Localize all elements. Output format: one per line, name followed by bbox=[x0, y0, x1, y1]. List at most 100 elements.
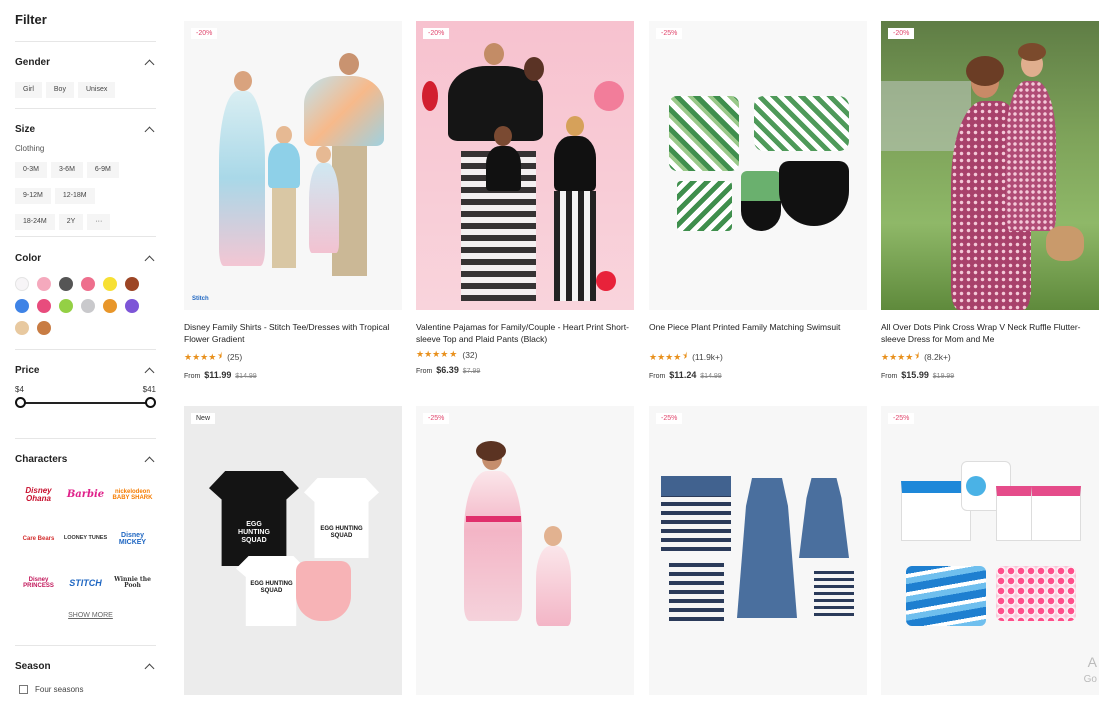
corner-text-go: Go bbox=[1083, 674, 1097, 685]
color-swatch[interactable] bbox=[37, 321, 51, 335]
price-max-handle[interactable] bbox=[145, 397, 156, 408]
size-chip-0-3m[interactable]: 0-3M bbox=[15, 162, 47, 178]
color-swatch[interactable] bbox=[103, 277, 117, 291]
product-card[interactable]: -25% A Go bbox=[881, 406, 1099, 695]
product-card[interactable]: -20% Stitch Disney Family Shirts - Stitc… bbox=[184, 21, 402, 380]
product-image[interactable]: -20% Stitch bbox=[184, 21, 402, 310]
season-option-label: Four seasons bbox=[35, 685, 84, 694]
gender-chip-unisex[interactable]: Unisex bbox=[77, 82, 116, 98]
color-swatch[interactable] bbox=[125, 277, 139, 291]
color-swatch[interactable] bbox=[125, 299, 139, 313]
size-chip-2y[interactable]: 2Y bbox=[58, 214, 84, 230]
product-name[interactable]: All Over Dots Pink Cross Wrap V Neck Ruf… bbox=[881, 321, 1099, 345]
half-star-icon: ⯨ bbox=[914, 351, 920, 361]
character-logo-baby-shark[interactable]: nickelodeon BABY SHARK bbox=[109, 480, 156, 510]
gender-header[interactable]: Gender bbox=[15, 55, 156, 69]
character-logo-ohana[interactable]: Disney Ohana bbox=[15, 480, 62, 510]
product-card[interactable]: -20% All Over Dots Pink Cross Wrap V Nec… bbox=[881, 21, 1099, 380]
color-swatches bbox=[15, 277, 156, 335]
size-header[interactable]: Size bbox=[15, 122, 156, 136]
price-slider[interactable] bbox=[15, 396, 156, 410]
chevron-up-icon bbox=[144, 59, 155, 69]
divider bbox=[15, 645, 156, 646]
character-logo-barbie[interactable]: Barbie bbox=[62, 480, 109, 510]
character-logo-winnie-the-pooh[interactable]: Winnie the Pooh bbox=[109, 568, 156, 598]
product-card[interactable]: -25% bbox=[649, 406, 867, 695]
product-image[interactable]: -25% bbox=[649, 406, 867, 695]
gender-chip-boy[interactable]: Boy bbox=[45, 82, 74, 98]
season-option-four-seasons[interactable]: Four seasons bbox=[19, 685, 156, 694]
product-name[interactable]: Disney Family Shirts - Stitch Tee/Dresse… bbox=[184, 321, 402, 345]
color-swatch[interactable] bbox=[15, 277, 29, 291]
product-price: From $11.99 $14.99 bbox=[184, 370, 402, 380]
chevron-up-icon bbox=[144, 456, 155, 466]
size-chip-18-24m[interactable]: 18-24M bbox=[15, 214, 55, 230]
divider bbox=[15, 236, 156, 237]
chevron-up-icon bbox=[144, 663, 155, 673]
new-badge: New bbox=[191, 413, 216, 424]
product-image[interactable]: -20% bbox=[881, 21, 1099, 310]
gender-title: Gender bbox=[15, 56, 51, 68]
character-logo-princess[interactable]: Disney PRINCESS bbox=[15, 568, 62, 598]
characters-title: Characters bbox=[15, 453, 68, 465]
color-swatch[interactable] bbox=[37, 277, 51, 291]
character-logo-stitch[interactable]: STITCH bbox=[62, 568, 109, 598]
product-card[interactable]: -20% Valentine Pajamas for Family/Couple… bbox=[416, 21, 634, 375]
star-icon: ★★★★ bbox=[649, 351, 682, 362]
checkbox[interactable] bbox=[19, 685, 28, 694]
size-sublabel: Clothing bbox=[15, 144, 45, 153]
product-card[interactable]: -25% One Piece Plant Printed Family Matc… bbox=[649, 21, 867, 380]
size-chip-12-18m[interactable]: 12-18M bbox=[54, 188, 95, 204]
discount-badge: -25% bbox=[656, 28, 683, 39]
character-logo-care-bears[interactable]: Care Bears bbox=[15, 524, 62, 554]
original-price: $14.99 bbox=[700, 373, 722, 380]
price-from-label: From bbox=[416, 368, 433, 375]
price-from-label: From bbox=[881, 373, 898, 380]
rating-count: (32) bbox=[462, 349, 478, 360]
product-price: From $15.99 $19.99 bbox=[881, 370, 1099, 380]
color-swatch[interactable] bbox=[81, 277, 95, 291]
product-name[interactable]: Valentine Pajamas for Family/Couple - He… bbox=[416, 321, 634, 345]
squad-print: EGG HUNTING SQUAD bbox=[238, 521, 270, 544]
product-card[interactable]: New EGG HUNTING SQUAD EGG HUNTING SQUAD … bbox=[184, 406, 402, 695]
color-swatch[interactable] bbox=[59, 277, 73, 291]
original-price: $19.99 bbox=[932, 373, 955, 380]
character-logo-looney-tunes[interactable]: LOONEY TUNES bbox=[62, 524, 109, 554]
product-image[interactable]: -25% bbox=[649, 21, 867, 310]
color-swatch[interactable] bbox=[59, 299, 73, 313]
size-chip-3-6m[interactable]: 3-6M bbox=[50, 162, 83, 178]
product-card[interactable]: -25% bbox=[416, 406, 634, 695]
characters-header[interactable]: Characters bbox=[15, 452, 156, 466]
price-header[interactable]: Price bbox=[15, 363, 156, 377]
size-section: Size Clothing 0-3M 3-6M 6-9M 9-12M 12-18M 1… bbox=[15, 122, 156, 236]
product-image[interactable]: -20% bbox=[416, 21, 634, 310]
color-swatch[interactable] bbox=[81, 299, 95, 313]
color-swatch[interactable] bbox=[103, 299, 117, 313]
color-swatch[interactable] bbox=[15, 321, 29, 335]
sale-price: $15.99 bbox=[901, 370, 929, 380]
color-swatch[interactable] bbox=[15, 299, 29, 313]
star-icon: ★ bbox=[449, 349, 458, 359]
size-chip-6-9m[interactable]: 6-9M bbox=[86, 162, 119, 178]
price-from-label: From bbox=[184, 373, 201, 380]
product-name[interactable]: One Piece Plant Printed Family Matching … bbox=[649, 321, 867, 345]
show-more-link[interactable]: SHOW MORE bbox=[25, 612, 156, 619]
character-logo-mickey[interactable]: Disney MICKEY bbox=[109, 524, 156, 554]
gender-chip-girl[interactable]: Girl bbox=[15, 82, 42, 98]
rating-count: (25) bbox=[227, 352, 243, 362]
color-header[interactable]: Color bbox=[15, 251, 156, 265]
price-max-label: $41 bbox=[142, 385, 156, 394]
size-chip-9-12m[interactable]: 9-12M bbox=[15, 188, 51, 204]
season-section: Season Four seasons bbox=[15, 659, 156, 694]
size-more-button[interactable]: ··· bbox=[87, 214, 111, 230]
price-title: Price bbox=[15, 364, 40, 376]
price-min-handle[interactable] bbox=[15, 397, 26, 408]
season-header[interactable]: Season bbox=[15, 659, 156, 673]
filter-sidebar: Filter Gender Girl Boy Unisex Size Clothin… bbox=[0, 0, 170, 703]
discount-badge: -20% bbox=[191, 28, 218, 39]
product-image[interactable]: -25% bbox=[416, 406, 634, 695]
product-image[interactable]: -25% A Go bbox=[881, 406, 1099, 695]
product-image[interactable]: New EGG HUNTING SQUAD EGG HUNTING SQUAD … bbox=[184, 406, 402, 695]
discount-badge: -20% bbox=[888, 28, 915, 39]
color-swatch[interactable] bbox=[37, 299, 51, 313]
